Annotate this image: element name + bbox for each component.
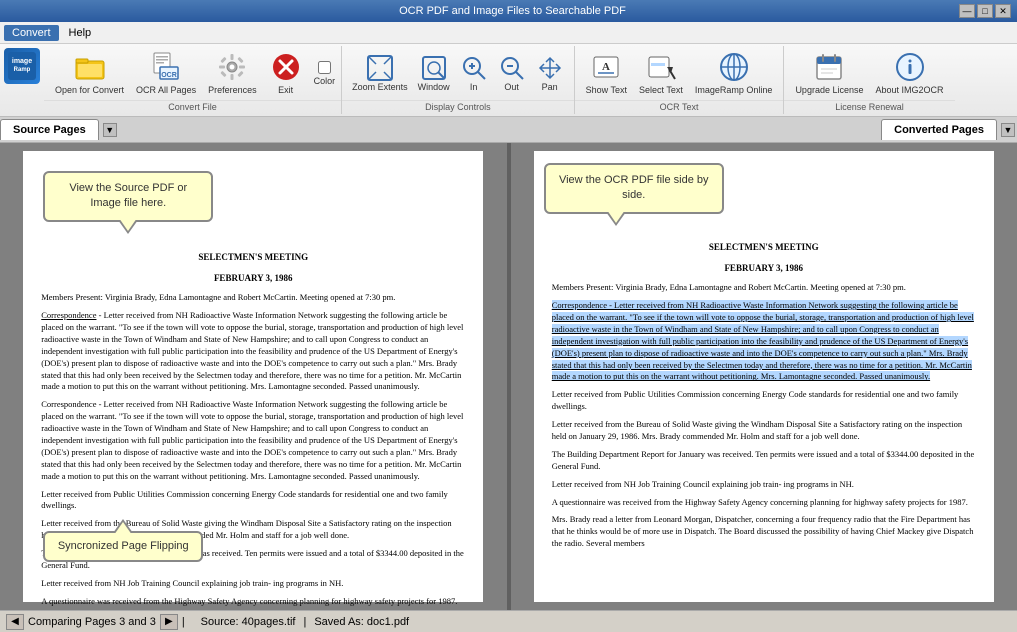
maximize-button[interactable]: □ — [977, 4, 993, 18]
exit-button[interactable]: Exit — [264, 48, 308, 98]
imageramp-online-button[interactable]: ImageRamp Online — [690, 48, 778, 98]
ocr-text-label: OCR Text — [575, 100, 784, 114]
main-content: View the Source PDF or Image file here. … — [0, 143, 1017, 610]
converted-paragraph-6: Mrs. Brady read a letter from Leonard Mo… — [552, 514, 976, 550]
window-zoom-icon — [420, 54, 448, 82]
source-pages-arrow[interactable]: ▼ — [103, 123, 117, 137]
converted-page-content: View the OCR PDF file side by side. SELE… — [534, 151, 994, 602]
toolbar-group-display-controls: Zoom Extents Window — [342, 46, 575, 114]
converted-paragraph-1: Letter received from Public Utilities Co… — [552, 389, 976, 413]
ocr-all-pages-button[interactable]: OCR OCR All Pages — [131, 48, 201, 98]
close-button[interactable]: ✕ — [995, 4, 1011, 18]
status-bar: ◀ Comparing Pages 3 and 3 ▶ | Source: 40… — [0, 610, 1017, 632]
calendar-upgrade-icon — [813, 51, 845, 83]
svg-text:OCR: OCR — [161, 72, 177, 79]
converted-paragraph-4: Letter received from NH Job Training Cou… — [552, 479, 976, 491]
window-title: OCR PDF and Image Files to Searchable PD… — [66, 5, 959, 17]
minimize-button[interactable]: — — [959, 4, 975, 18]
converted-panel[interactable]: View the OCR PDF file side by side. SELE… — [511, 143, 1017, 610]
color-checkbox[interactable] — [318, 61, 331, 74]
globe-icon — [718, 51, 750, 83]
source-doc-title2: FEBRUARY 3, 1986 — [41, 272, 465, 285]
source-paragraph-5: Letter received from NH Job Training Cou… — [41, 578, 465, 590]
tab-converted-pages[interactable]: Converted Pages — [881, 119, 997, 140]
source-file: Source: 40pages.tif — [201, 616, 296, 628]
sync-callout: Syncronized Page Flipping — [43, 531, 203, 562]
page-info: Comparing Pages 3 and 3 — [28, 616, 156, 628]
tab-source-pages[interactable]: Source Pages — [0, 119, 99, 140]
show-text-button[interactable]: A Show Text — [581, 48, 632, 98]
converted-paragraph-highlighted: Correspondence - Letter received from NH… — [552, 300, 976, 383]
pan-button[interactable]: Pan — [532, 52, 568, 94]
source-callout: View the Source PDF or Image file here. — [43, 171, 213, 222]
menu-bar: Convert Help — [0, 22, 1017, 44]
toolbar-group-ocr-text: A Show Text Select Text — [575, 46, 785, 114]
convert-file-label: Convert File — [44, 100, 341, 114]
source-doc-title1: SELECTMEN'S MEETING — [41, 251, 465, 264]
svg-text:A: A — [602, 61, 610, 73]
exit-icon — [270, 51, 302, 83]
svg-text:image: image — [12, 58, 32, 65]
saved-as: Saved As: doc1.pdf — [314, 616, 409, 628]
source-paragraph-6: A questionnaire was received from the Hi… — [41, 596, 465, 608]
tab-right-area: Converted Pages ▼ — [881, 119, 1017, 140]
converted-pages-arrow[interactable]: ▼ — [1001, 123, 1015, 137]
zoom-in-icon — [460, 54, 488, 82]
converted-paragraph-3: The Building Department Report for Janua… — [552, 449, 976, 473]
about-button[interactable]: About IMG2OCR — [870, 48, 948, 98]
zoom-out-icon — [498, 54, 526, 82]
menu-help[interactable]: Help — [61, 25, 100, 41]
converted-paragraph-members: Members Present: Virginia Brady, Edna La… — [552, 282, 976, 294]
zoom-in-button[interactable]: In — [456, 52, 492, 94]
menu-convert[interactable]: Convert — [4, 25, 59, 41]
zoom-out-button[interactable]: Out — [494, 52, 530, 94]
title-bar: OCR PDF and Image Files to Searchable PD… — [0, 0, 1017, 22]
next-page-button[interactable]: ▶ — [160, 614, 178, 630]
color-checkbox-group: Color — [314, 61, 336, 86]
source-panel[interactable]: View the Source PDF or Image file here. … — [0, 143, 507, 610]
separator2: | — [303, 616, 306, 628]
toolbar-group-license: Upgrade License About IMG2OCR License Re… — [784, 46, 954, 114]
tab-left-area: Source Pages ▼ — [0, 119, 119, 140]
display-controls-label: Display Controls — [342, 100, 574, 114]
tab-bar: Source Pages ▼ Converted Pages ▼ — [0, 117, 1017, 143]
ocr-pages-icon: OCR — [150, 51, 182, 83]
zoom-extents-button[interactable]: Zoom Extents — [348, 52, 412, 94]
color-label: Color — [314, 76, 336, 86]
prev-page-button[interactable]: ◀ — [6, 614, 24, 630]
open-for-convert-button[interactable]: Open for Convert — [50, 48, 129, 98]
gear-icon — [216, 51, 248, 83]
app-logo: image Ramp — [4, 48, 40, 84]
folder-open-icon — [74, 51, 106, 83]
source-paragraph-2: Letter received from Public Utilities Co… — [41, 489, 465, 513]
converted-doc-title2: FEBRUARY 3, 1986 — [552, 262, 976, 275]
upgrade-license-button[interactable]: Upgrade License — [790, 48, 868, 98]
toolbar-group-convert-file: Open for Convert OCR OCR All Pages — [44, 46, 342, 114]
select-text-icon — [645, 51, 677, 83]
source-page-content: View the Source PDF or Image file here. … — [23, 151, 483, 602]
toolbar: image Ramp Open for Convert — [0, 44, 1017, 117]
source-paragraph-correspondence: Correspondence - Letter received from NH… — [41, 310, 465, 393]
show-text-icon: A — [590, 51, 622, 83]
preferences-button[interactable]: Preferences — [203, 48, 262, 98]
converted-callout: View the OCR PDF file side by side. — [544, 163, 724, 214]
converted-paragraph-2: Letter received from the Bureau of Solid… — [552, 419, 976, 443]
hand-pan-icon — [536, 54, 564, 82]
source-paragraph-0: Members Present: Virginia Brady, Edna La… — [41, 292, 465, 304]
zoom-extents-icon — [366, 54, 394, 82]
separator: | — [182, 616, 185, 628]
select-text-button[interactable]: Select Text — [634, 48, 688, 98]
window-button[interactable]: Window — [414, 52, 454, 94]
license-renewal-label: License Renewal — [784, 100, 954, 114]
info-circle-icon — [894, 51, 926, 83]
converted-paragraph-5: A questionnaire was received from the Hi… — [552, 497, 976, 509]
source-paragraph-1: Correspondence - Letter received from NH… — [41, 399, 465, 482]
converted-doc-title1: SELECTMEN'S MEETING — [552, 241, 976, 254]
svg-text:Ramp: Ramp — [14, 67, 31, 73]
